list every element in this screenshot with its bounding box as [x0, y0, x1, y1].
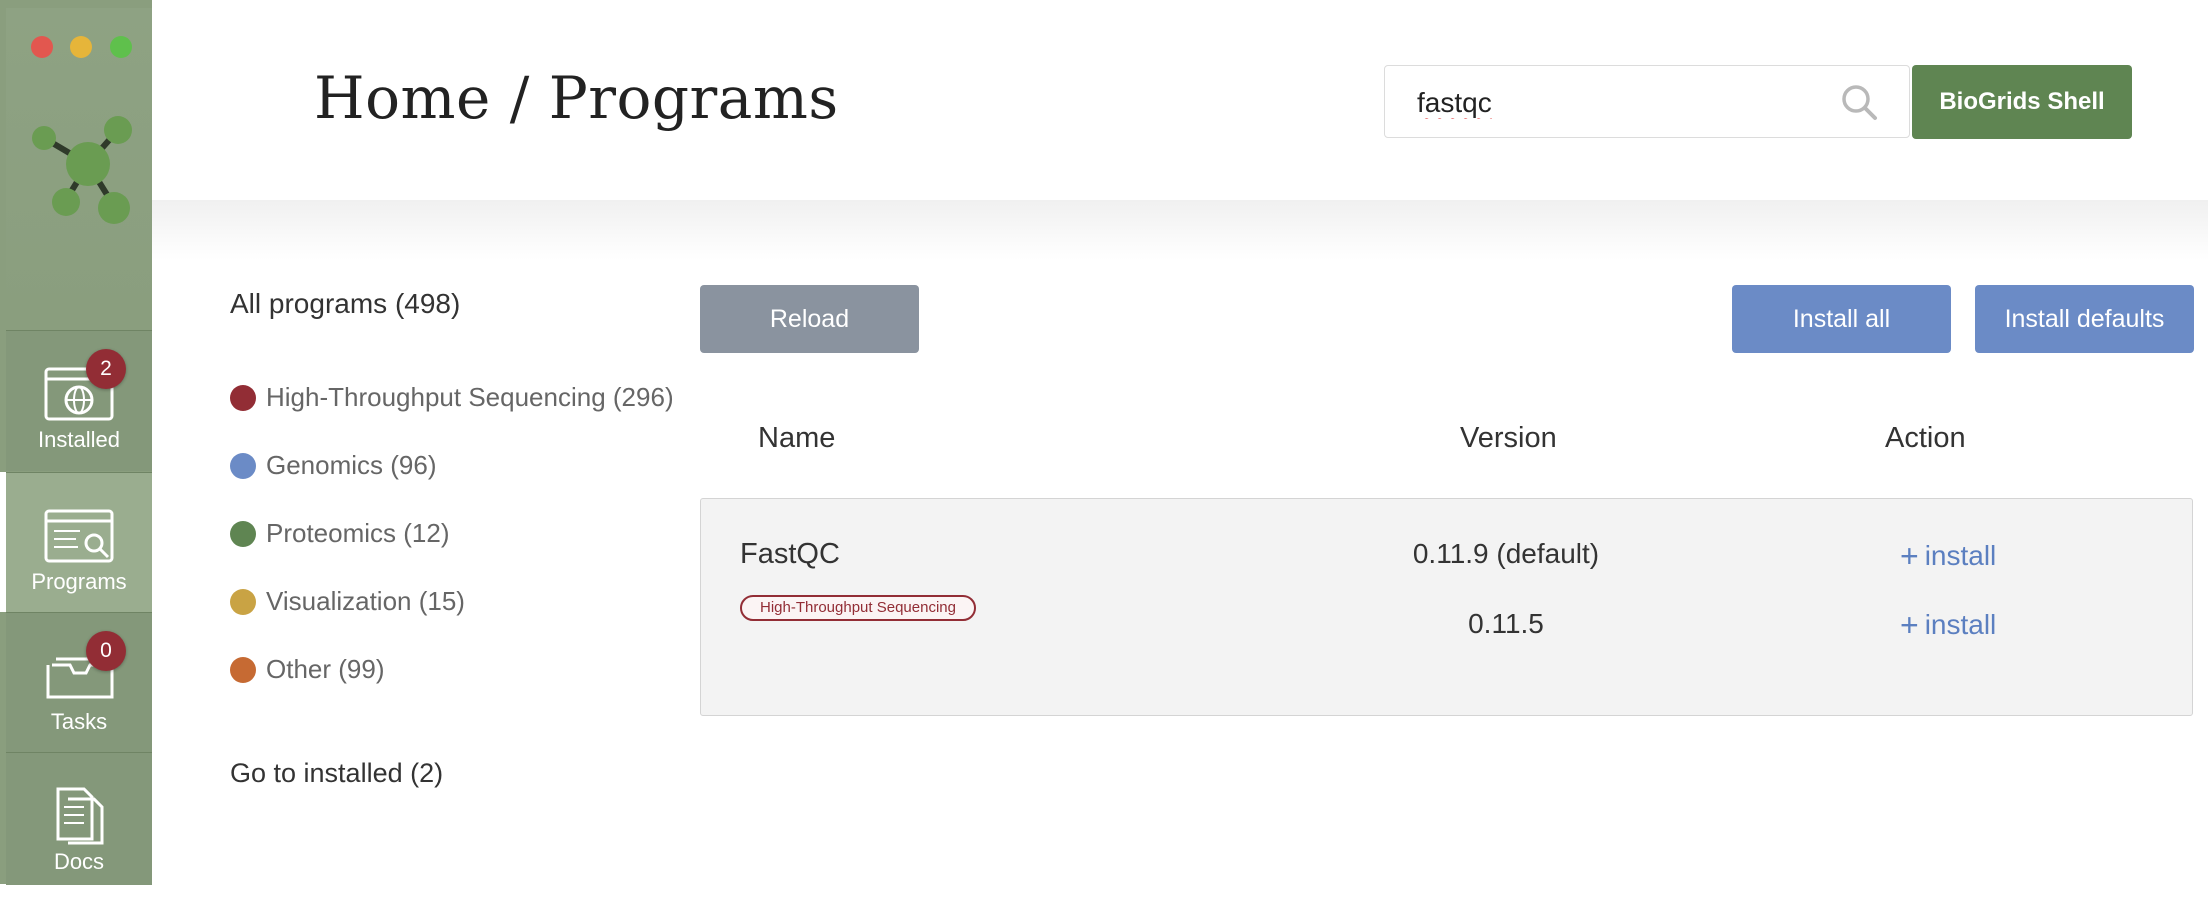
window-zoom-button[interactable]: [110, 36, 132, 58]
sidebar-header: [6, 8, 152, 330]
column-header-version: Version: [1460, 422, 1557, 454]
sidebar-item-label: Installed: [38, 427, 120, 452]
category-color-dot: [230, 656, 256, 683]
tasks-count-badge: 0: [86, 631, 126, 671]
category-color-dot: [230, 384, 256, 411]
sidebar-item-programs[interactable]: Programs: [6, 472, 152, 613]
header-divider: [152, 200, 2208, 260]
category-item-genomics[interactable]: Genomics (96): [230, 450, 437, 481]
column-header-name: Name: [758, 422, 836, 454]
go-to-installed-link[interactable]: Go to installed (2): [230, 758, 443, 789]
version-value: 0.11.5: [1468, 608, 1544, 639]
category-item-visualization[interactable]: Visualization (15): [230, 586, 465, 617]
sidebar-item-docs[interactable]: Docs: [6, 752, 152, 885]
active-nav-indicator: [0, 472, 6, 612]
sidebar-item-installed[interactable]: 2 Installed: [6, 330, 152, 471]
programs-search-icon: [44, 509, 114, 563]
biogrids-shell-button[interactable]: BioGrids Shell: [1912, 65, 2132, 139]
reload-button[interactable]: Reload: [700, 285, 919, 353]
category-label: Other (99): [266, 654, 385, 684]
install-link[interactable]: + install: [1900, 540, 1996, 572]
plus-icon: +: [1900, 538, 1919, 574]
sidebar-item-tasks[interactable]: 0 Tasks: [6, 612, 152, 753]
category-label: Visualization (15): [266, 586, 465, 616]
category-color-dot: [230, 588, 256, 615]
category-color-dot: [230, 452, 256, 479]
version-value: 0.11.9 (default): [1412, 538, 1600, 569]
category-item-other[interactable]: Other (99): [230, 654, 385, 685]
install-link[interactable]: + install: [1900, 609, 1996, 641]
sidebar-item-label: Tasks: [50, 709, 108, 734]
install-all-button[interactable]: Install all: [1732, 285, 1951, 353]
category-label: High-Throughput Sequencing (296): [266, 382, 674, 412]
category-label: Genomics (96): [266, 450, 437, 480]
category-label: Proteomics (12): [266, 518, 450, 548]
sidebar: 2 Installed Programs 0 Tasks Docs: [0, 0, 152, 885]
page-title: Home / Programs: [314, 64, 839, 132]
search-input[interactable]: [1415, 82, 1839, 124]
category-item-proteomics[interactable]: Proteomics (12): [230, 518, 450, 549]
column-header-action: Action: [1885, 422, 1966, 454]
install-label: install: [1924, 540, 1997, 571]
category-all-programs[interactable]: All programs (498): [230, 288, 460, 320]
sidebar-item-label: Docs: [53, 849, 105, 874]
sidebar-item-label: Programs: [31, 569, 127, 594]
documents-icon: [56, 787, 104, 845]
install-defaults-button[interactable]: Install defaults: [1975, 285, 2194, 353]
biogrids-logo-icon: [32, 116, 132, 224]
category-tag: High-Throughput Sequencing: [740, 595, 976, 621]
search-icon[interactable]: [1839, 82, 1879, 122]
search-box[interactable]: [1384, 65, 1910, 138]
plus-icon: +: [1900, 607, 1919, 643]
category-color-dot: [230, 520, 256, 547]
install-label: install: [1924, 609, 1997, 640]
category-item-high-throughput-sequencing[interactable]: High-Throughput Sequencing (296): [230, 382, 674, 413]
installed-count-badge: 2: [86, 349, 126, 389]
window-close-button[interactable]: [31, 36, 53, 58]
window-minimize-button[interactable]: [70, 36, 92, 58]
program-name: FastQC: [740, 538, 840, 570]
